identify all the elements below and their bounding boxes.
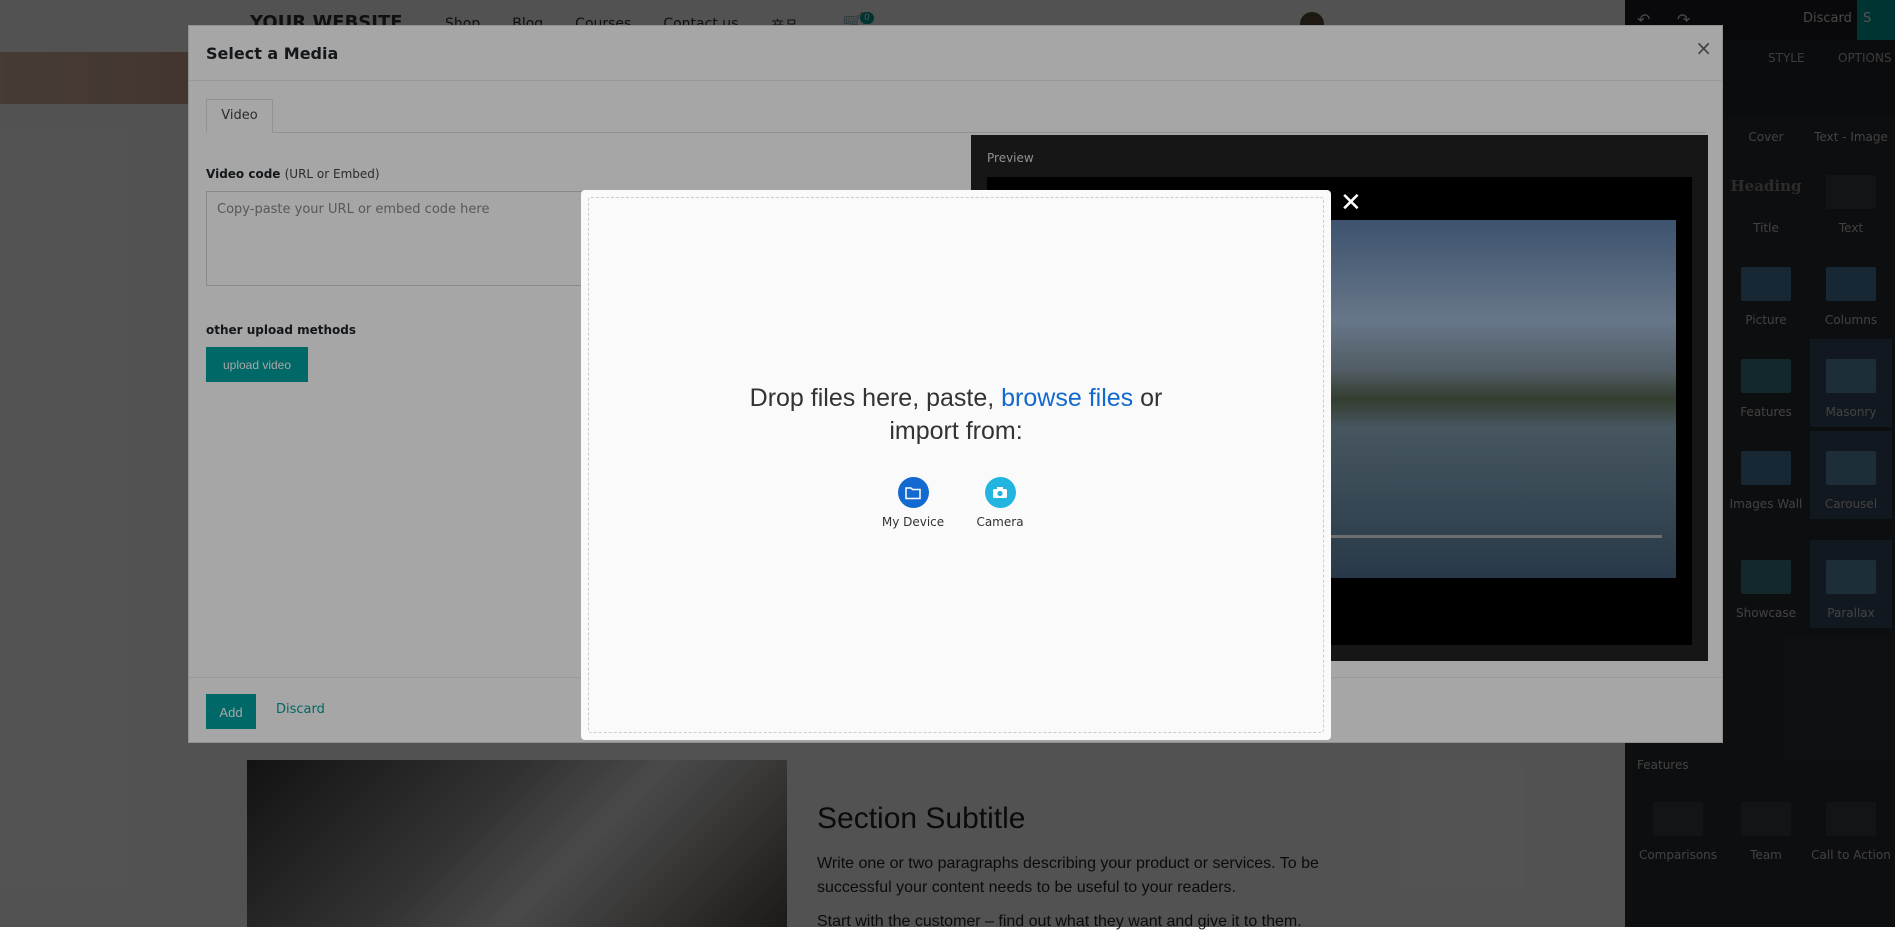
source-label-camera: Camera bbox=[976, 515, 1024, 529]
drop-instructions: Drop files here, paste, browse files or … bbox=[749, 384, 1163, 445]
source-my-device[interactable]: My Device bbox=[873, 477, 953, 529]
folder-icon bbox=[897, 477, 929, 508]
browse-files-link[interactable]: browse files bbox=[1001, 384, 1133, 412]
camera-icon bbox=[984, 477, 1016, 508]
source-camera[interactable]: Camera bbox=[960, 477, 1040, 529]
upload-dialog: Drop files here, paste, browse files or … bbox=[581, 190, 1331, 740]
upload-close-icon[interactable]: ✕ bbox=[1340, 188, 1362, 218]
drop-zone[interactable] bbox=[588, 197, 1324, 733]
source-label-my-device: My Device bbox=[881, 515, 945, 529]
